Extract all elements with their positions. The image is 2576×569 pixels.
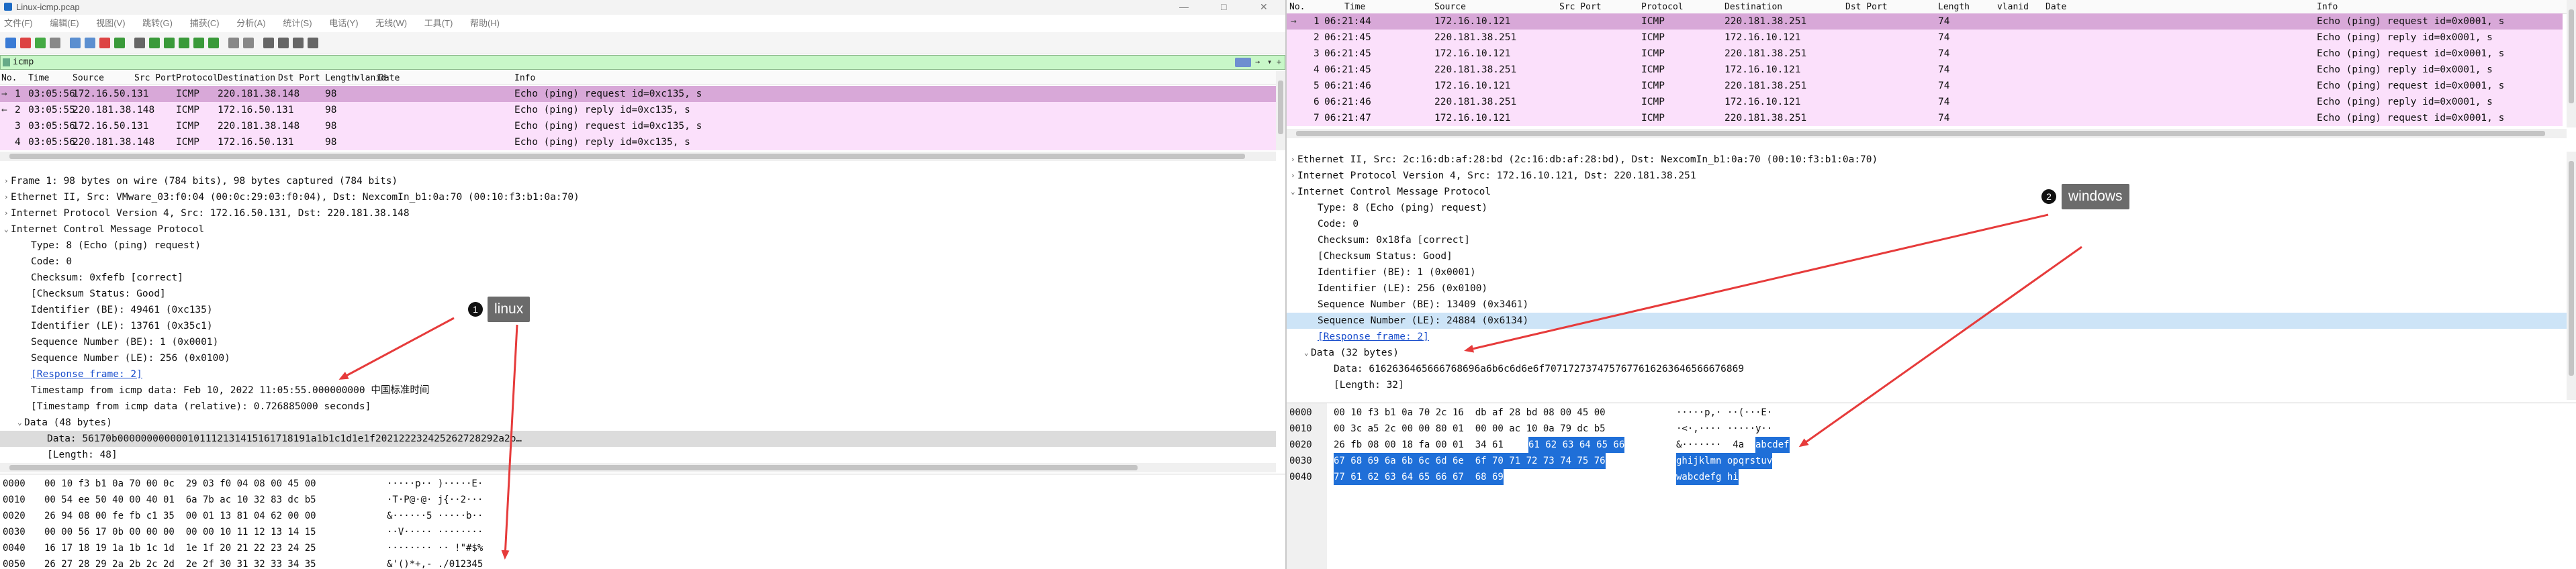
left-wireshark-window: Linux-icmp.pcap — □ ✕ 文件(F) 编辑(E) 视图(V) … bbox=[0, 0, 1285, 569]
arrow-to-data-field bbox=[1464, 213, 2049, 353]
right-wireshark-window: No. Time Source Src Port Protocol Destin… bbox=[1287, 0, 2576, 569]
arrow-to-hex-ascii bbox=[501, 324, 518, 560]
arrow-to-timestamp bbox=[338, 317, 455, 380]
annotation-arrows-right bbox=[1464, 213, 2082, 448]
annotation-arrows-left bbox=[338, 317, 518, 560]
arrow-to-hex-selection bbox=[1798, 246, 2082, 448]
